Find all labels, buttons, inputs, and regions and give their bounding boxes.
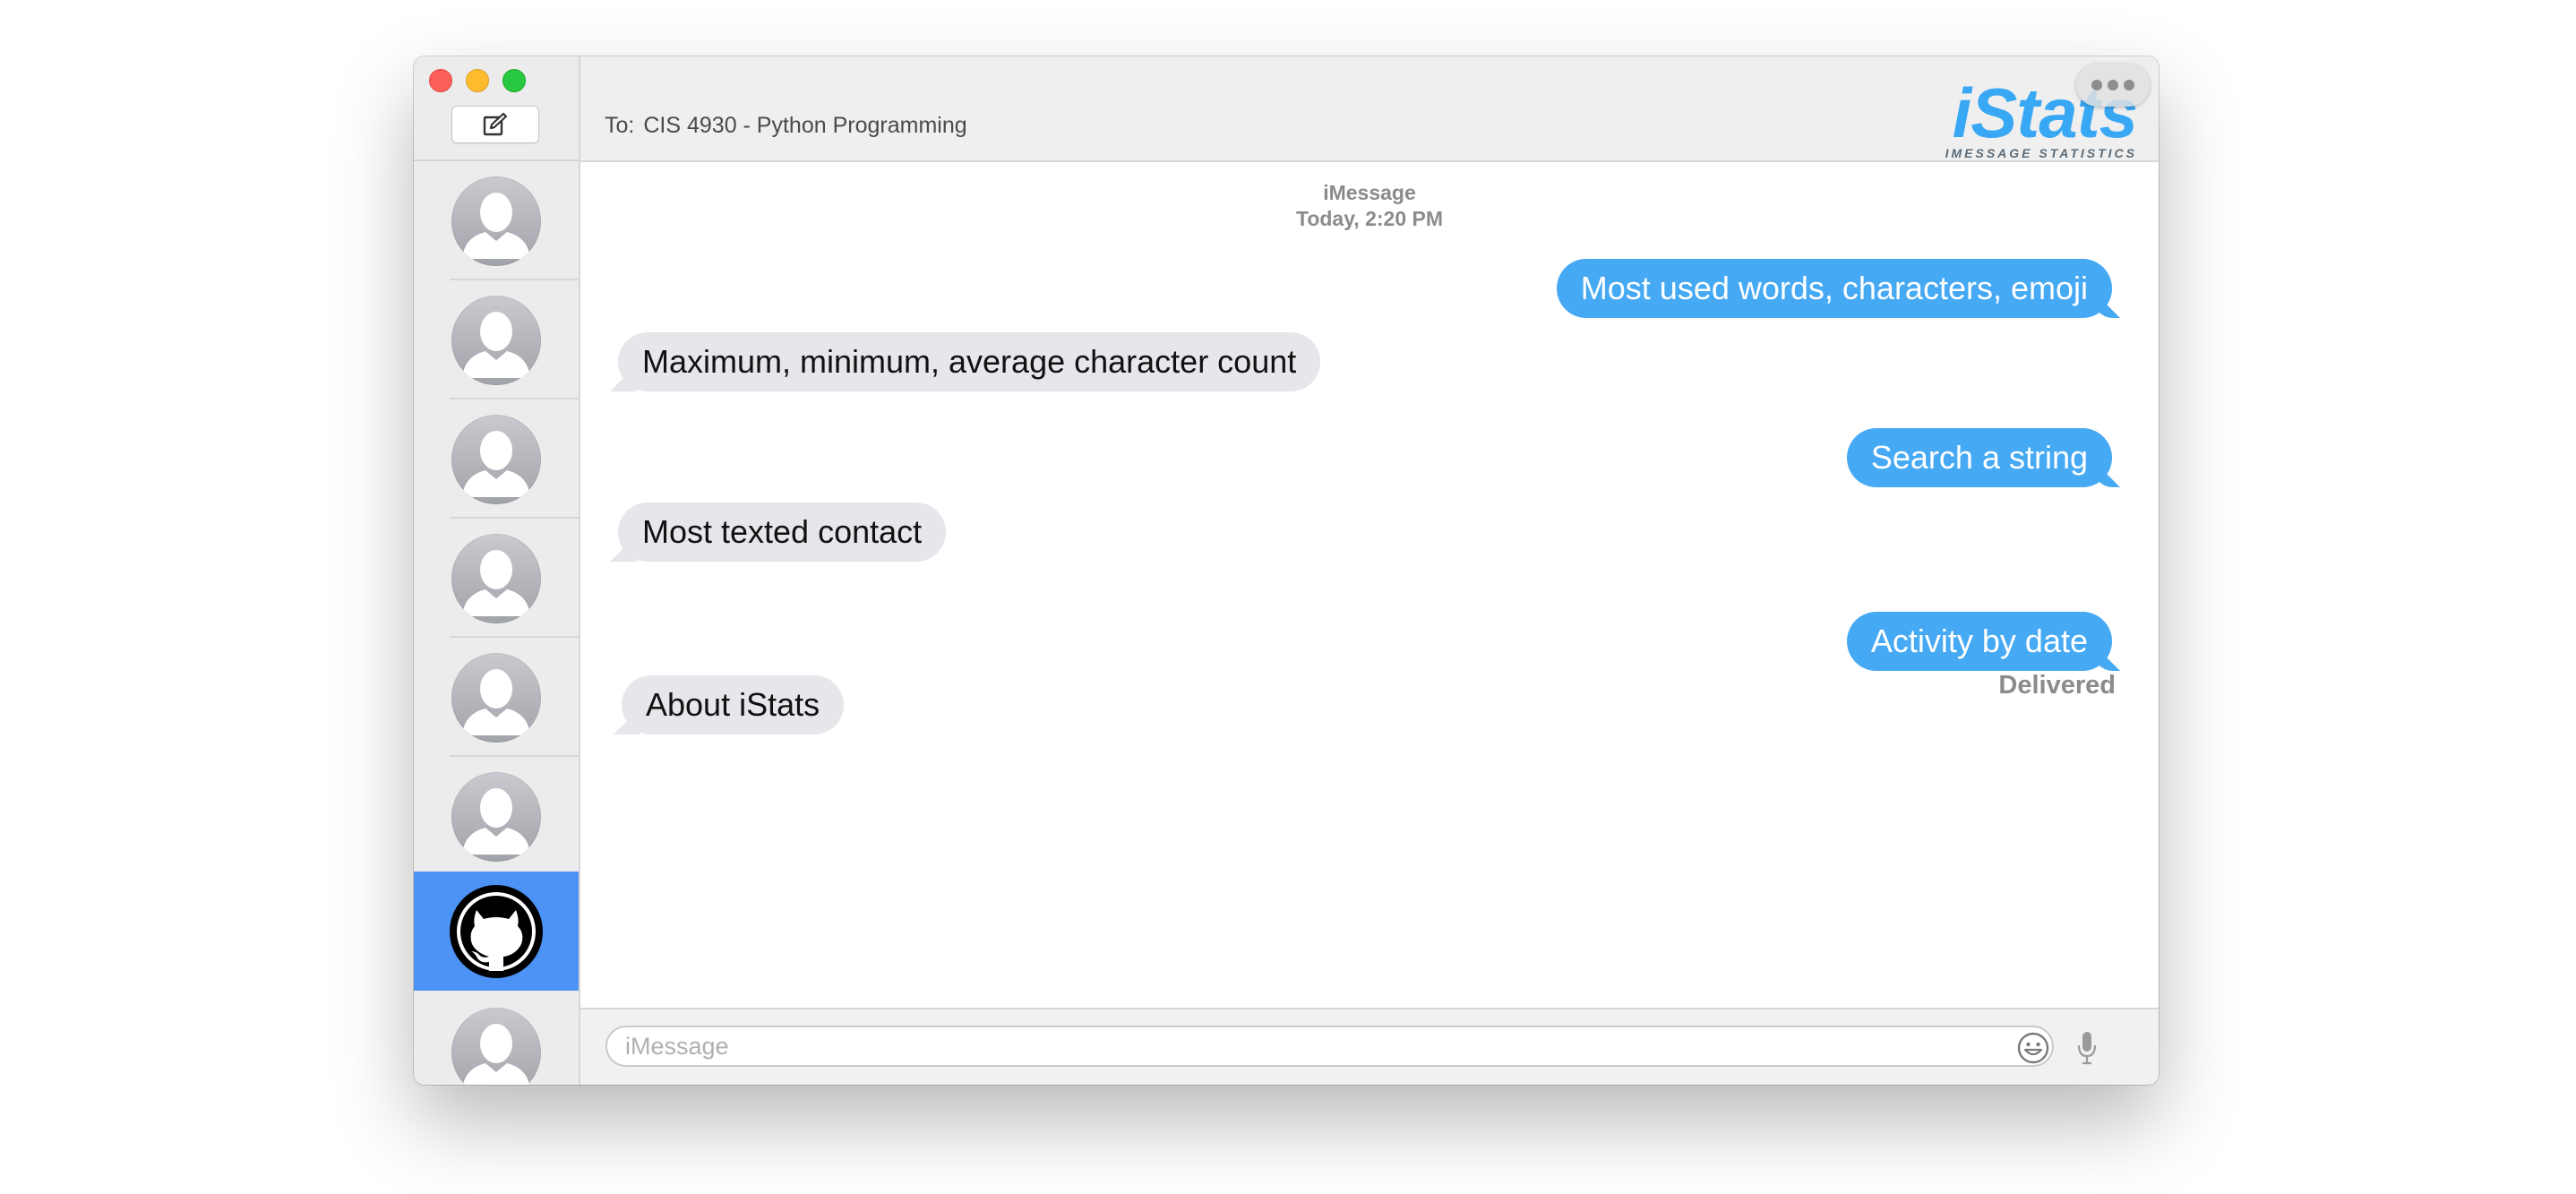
service-label: iMessage	[1323, 181, 1416, 204]
timestamp-label: Today, 2:20 PM	[1295, 207, 1444, 230]
conversation-item[interactable]	[414, 280, 579, 399]
person-avatar-icon	[451, 533, 541, 623]
recipient-field[interactable]: To: CIS 4930 - Python Programming	[605, 113, 976, 139]
person-avatar-icon	[451, 414, 541, 504]
compose-bar	[580, 1008, 2159, 1085]
conversation-item-selected[interactable]	[414, 872, 579, 991]
person-avatar-icon	[451, 176, 541, 266]
conversation-item[interactable]	[414, 757, 579, 876]
conversation-item[interactable]	[414, 399, 579, 519]
outgoing-message[interactable]: Most used words, characters, emoji	[1556, 259, 2112, 318]
emoji-icon	[2017, 1032, 2049, 1064]
incoming-message[interactable]: Most texted contact	[618, 503, 947, 562]
microphone-button[interactable]	[2069, 1027, 2105, 1069]
messages-window: To: CIS 4930 - Python Programming iStats …	[414, 56, 2159, 1085]
person-avatar-icon	[451, 771, 541, 862]
minimize-button[interactable]	[466, 69, 489, 92]
emoji-button[interactable]	[2015, 1030, 2051, 1066]
close-button[interactable]	[429, 69, 452, 92]
conversation-item[interactable]	[414, 638, 579, 757]
incoming-message[interactable]: About iStats	[622, 675, 845, 734]
conversation-item[interactable]	[414, 992, 579, 1085]
compose-icon	[483, 112, 508, 136]
conversation-sidebar	[414, 56, 580, 1085]
microphone-icon	[2077, 1032, 2097, 1065]
zoom-button[interactable]	[502, 69, 526, 92]
person-avatar-icon	[451, 295, 541, 385]
message-transcript: iMessage Today, 2:20 PM Most used words,…	[580, 162, 2159, 1008]
delivery-status: Delivered	[1998, 671, 2116, 700]
person-avatar-icon	[451, 1007, 541, 1085]
more-options-button[interactable]	[2076, 64, 2150, 107]
to-prefix-label: To:	[605, 113, 635, 138]
conversation-header: To: CIS 4930 - Python Programming iStats …	[580, 56, 2159, 162]
more-dot	[2108, 80, 2118, 90]
outgoing-message[interactable]: Activity by date	[1846, 612, 2112, 671]
recipient-name: CIS 4930 - Python Programming	[643, 113, 967, 138]
compose-button[interactable]	[451, 106, 539, 143]
conversation-meta: iMessage Today, 2:20 PM	[580, 180, 2159, 232]
github-octocat-icon	[450, 884, 543, 978]
message-input[interactable]	[605, 1026, 2054, 1067]
conversation-item[interactable]	[414, 161, 579, 280]
incoming-message[interactable]: Maximum, minimum, average character coun…	[618, 332, 1321, 391]
logo-subtitle: IMESSAGE STATISTICS	[1945, 146, 2137, 160]
person-avatar-icon	[451, 652, 541, 743]
outgoing-message[interactable]: Search a string	[1846, 428, 2112, 487]
conversation-item[interactable]	[414, 519, 579, 638]
more-dots-icon	[2091, 80, 2102, 90]
more-dot	[2124, 80, 2134, 90]
